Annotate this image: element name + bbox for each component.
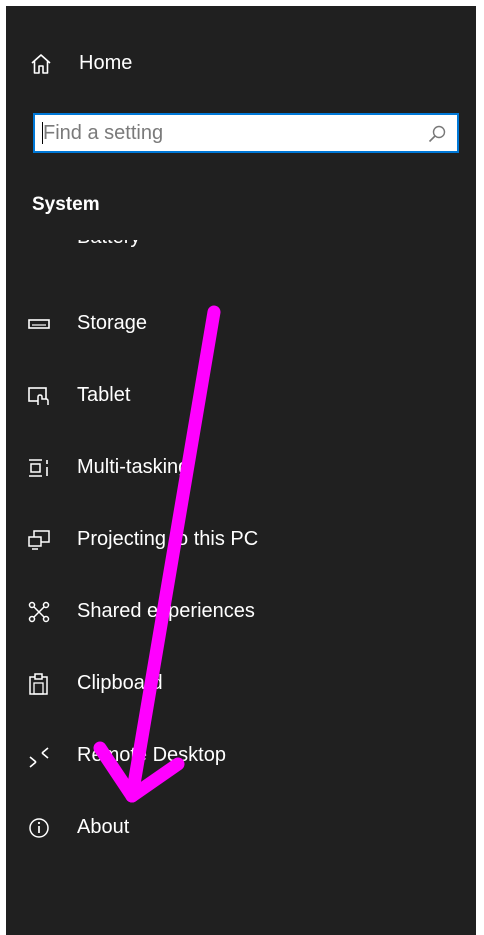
storage-icon — [28, 319, 50, 329]
multitasking-icon — [29, 459, 48, 477]
tablet-icon — [28, 387, 49, 405]
nav-item-multitasking[interactable]: Multi-tasking — [6, 444, 482, 492]
nav-item-battery[interactable]: Battery — [6, 240, 482, 262]
nav-item-tablet[interactable]: Tablet — [6, 372, 482, 420]
nav-item-label: Tablet — [77, 384, 131, 406]
nav-item-label: About — [77, 816, 130, 838]
nav-item-label: Clipboard — [77, 672, 163, 694]
nav-item-label: Storage — [77, 312, 148, 334]
settings-sidebar: Home System Battery Storage Tablet — [6, 6, 482, 935]
nav-item-label: Multi-tasking — [77, 456, 190, 478]
nav-item-about[interactable]: About — [6, 804, 482, 852]
nav-item-label: Shared experiences — [77, 600, 255, 622]
home-icon — [31, 54, 51, 74]
system-nav-list: Battery Storage Tablet Mul — [6, 240, 482, 880]
nav-item-label: Projecting to this PC — [77, 528, 259, 550]
nav-item-storage[interactable]: Storage — [6, 300, 482, 348]
nav-item-label: Remote Desktop — [77, 744, 226, 766]
section-title: System — [32, 194, 100, 215]
projecting-icon — [28, 530, 50, 550]
about-icon — [29, 818, 49, 838]
search-icon[interactable] — [427, 124, 447, 144]
nav-item-clipboard[interactable]: Clipboard — [6, 660, 482, 708]
window-edge — [476, 0, 484, 935]
clipboard-icon — [29, 673, 48, 695]
search-box[interactable] — [33, 113, 459, 153]
shared-experiences-icon — [28, 601, 50, 623]
search-input[interactable] — [41, 115, 423, 151]
home-label: Home — [79, 51, 133, 74]
remote-desktop-icon — [29, 747, 49, 768]
nav-item-projecting[interactable]: Projecting to this PC — [6, 516, 482, 564]
nav-item-shared-experiences[interactable]: Shared experiences — [6, 588, 482, 636]
nav-item-label: Battery — [77, 240, 140, 249]
home-nav-item[interactable]: Home — [6, 40, 482, 86]
nav-item-remote-desktop[interactable]: Remote Desktop — [6, 732, 482, 780]
